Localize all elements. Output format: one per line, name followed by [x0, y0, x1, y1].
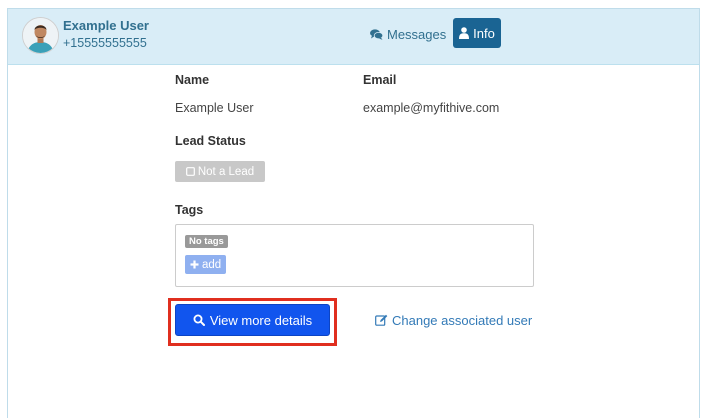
view-more-details-label: View more details — [209, 312, 313, 328]
user-phone: +15555555555 — [63, 36, 147, 50]
panel-header: Example User +15555555555 Messages Info — [8, 9, 699, 65]
email-label: Email — [363, 73, 397, 87]
tab-info-label: Info — [473, 25, 495, 41]
user-detail-panel: Example User +15555555555 Messages Info — [7, 8, 700, 418]
plus-icon — [190, 260, 199, 269]
no-tags-badge: No tags — [185, 235, 228, 248]
tags-label: Tags — [175, 203, 204, 217]
change-associated-user-label: Change associated user — [392, 312, 533, 328]
tab-messages[interactable]: Messages — [364, 21, 452, 47]
name-value: Example User — [175, 101, 254, 115]
tags-box: No tags add — [175, 224, 534, 287]
user-icon — [459, 27, 470, 39]
add-tag-label: add — [202, 258, 222, 271]
add-tag-button[interactable]: add — [185, 255, 227, 274]
change-associated-user-link[interactable]: Change associated user — [375, 311, 532, 329]
comments-icon — [370, 28, 383, 40]
name-label: Name — [175, 73, 210, 87]
tab-messages-label: Messages — [387, 26, 447, 42]
lead-status-button[interactable]: Not a Lead — [175, 161, 265, 182]
user-avatar — [22, 17, 59, 54]
edit-icon — [375, 314, 388, 326]
tab-info[interactable]: Info — [453, 18, 501, 48]
square-icon — [185, 167, 195, 176]
view-more-details-button[interactable]: View more details — [175, 304, 330, 336]
search-icon — [193, 314, 205, 326]
user-name: Example User — [63, 18, 149, 33]
lead-status-button-label: Not a Lead — [197, 165, 255, 178]
email-value: example@myfithive.com — [363, 101, 500, 115]
lead-status-label: Lead Status — [175, 134, 246, 148]
